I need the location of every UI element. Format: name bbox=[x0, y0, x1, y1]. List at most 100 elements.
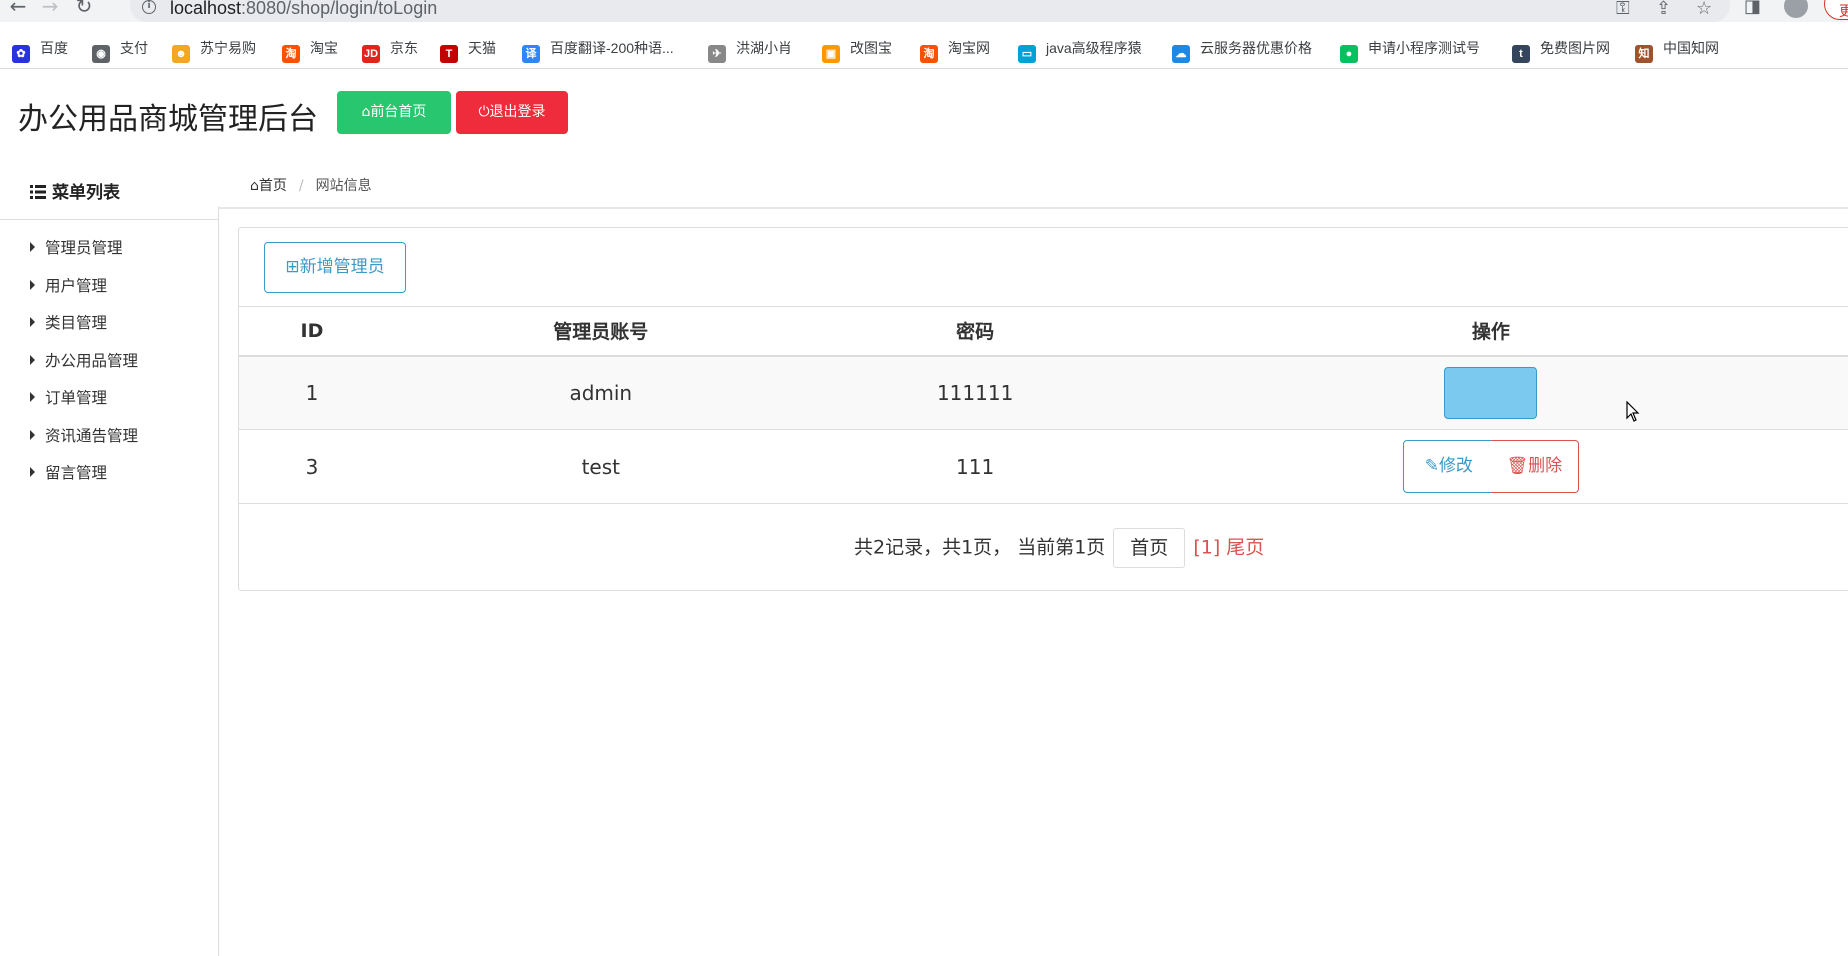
table-header-row: ID 管理员账号 密码 操作 bbox=[239, 306, 1848, 357]
sidebar-item-messages[interactable]: 留言管理 bbox=[30, 461, 138, 499]
sidebar-item-users[interactable]: 用户管理 bbox=[30, 274, 138, 312]
breadcrumb-home[interactable]: ⌂首页 bbox=[250, 178, 287, 194]
bookmark-label: 免费图片网 bbox=[1540, 40, 1610, 56]
cell-password: 111 bbox=[816, 429, 1134, 504]
address-bar[interactable]: i localhost:8080/shop/login/toLogin bbox=[130, 0, 1730, 22]
bookmark-item[interactable]: ✿ 百度 bbox=[12, 38, 68, 63]
url-text: localhost:8080/shop/login/toLogin bbox=[170, 0, 438, 18]
logout-label: 退出登录 bbox=[489, 104, 546, 120]
plus-square-icon: ⊞ bbox=[285, 257, 300, 277]
translate-icon: 译 bbox=[522, 45, 540, 63]
divider bbox=[0, 219, 218, 220]
bookmark-item[interactable]: ☁ 云服务器优惠价格 bbox=[1172, 38, 1312, 63]
bookmark-item[interactable]: ▭ java高级程序猿 bbox=[1018, 38, 1142, 63]
caret-right-icon bbox=[30, 279, 35, 290]
page-title: 办公用品商城管理后台 bbox=[18, 102, 318, 137]
share-icon[interactable]: ⇪ bbox=[1656, 0, 1671, 19]
sidebar-item-news[interactable]: 资讯通告管理 bbox=[30, 424, 138, 462]
jd-icon: JD bbox=[362, 45, 380, 63]
bookmark-item[interactable]: T 天猫 bbox=[440, 38, 496, 63]
bookmark-label: 淘宝 bbox=[310, 40, 338, 56]
sidebar-item-categories[interactable]: 类目管理 bbox=[30, 311, 138, 349]
forward-icon[interactable]: → bbox=[38, 0, 62, 18]
trash-icon: 🗑 bbox=[1506, 456, 1529, 476]
column-header-id: ID bbox=[239, 306, 385, 357]
first-page-button[interactable]: 首页 bbox=[1113, 528, 1186, 568]
profile-avatar-icon[interactable] bbox=[1784, 0, 1808, 18]
bookmark-label: 申请小程序测试号 bbox=[1368, 40, 1480, 56]
site-info-icon[interactable]: i bbox=[142, 0, 156, 14]
mouse-cursor-icon bbox=[1626, 401, 1640, 422]
sidebar-title: 菜单列表 bbox=[30, 178, 120, 203]
delete-button[interactable]: 🗑删除 bbox=[1490, 440, 1579, 493]
bookmark-item[interactable]: 淘淘宝 bbox=[282, 38, 338, 63]
bookmark-item[interactable]: 知中国知网 bbox=[1635, 38, 1719, 63]
frontend-home-button[interactable]: ⌂前台首页 bbox=[337, 91, 451, 134]
sidebar-item-orders[interactable]: 订单管理 bbox=[30, 386, 138, 424]
current-page-link[interactable]: [1] bbox=[1193, 537, 1220, 559]
bookmark-label: 苏宁易购 bbox=[200, 40, 256, 56]
divider bbox=[218, 207, 1848, 209]
bookmark-label: 百度 bbox=[40, 40, 68, 56]
power-icon: ⏻ bbox=[478, 104, 490, 120]
cnki-icon: 知 bbox=[1635, 45, 1653, 63]
bookmarks-bar: ✿ 百度 ◉ 支付 ☻ 苏宁易购淘淘宝 JD 京东 T 天猫译百度翻译-200种语... ✈ 洪湖小肖… bbox=[0, 32, 1848, 63]
sidebar-item-admin[interactable]: 管理员管理 bbox=[30, 236, 138, 274]
update-button[interactable]: 更 bbox=[1824, 0, 1848, 20]
back-icon[interactable]: ← bbox=[6, 0, 30, 18]
caret-right-icon bbox=[30, 354, 35, 365]
edit-button[interactable] bbox=[1444, 366, 1538, 419]
add-admin-button[interactable]: ⊞新增管理员 bbox=[264, 242, 406, 293]
sidebar-title-text: 菜单列表 bbox=[52, 183, 120, 203]
wechat-icon: ● bbox=[1340, 45, 1358, 63]
side-panel-icon[interactable]: ◨ bbox=[1744, 0, 1761, 17]
edit-icon: ✎ bbox=[1424, 456, 1439, 476]
divider bbox=[0, 68, 1848, 69]
sidebar-item-products[interactable]: 办公用品管理 bbox=[30, 349, 138, 387]
table-row: 3 test 111 ✎修改 🗑删除 bbox=[239, 429, 1848, 504]
key-icon[interactable]: ⚿ bbox=[1616, 0, 1630, 19]
bookmark-item[interactable]: ● 申请小程序测试号 bbox=[1340, 38, 1480, 63]
sidebar-item-label: 类目管理 bbox=[45, 314, 108, 332]
bookmark-label: 天猫 bbox=[468, 40, 496, 56]
tumblr-icon: t bbox=[1512, 45, 1530, 63]
caret-right-icon bbox=[30, 242, 35, 252]
bookmark-item[interactable]: ✈ 洪湖小肖 bbox=[708, 38, 792, 63]
bookmark-label: java高级程序猿 bbox=[1046, 40, 1142, 56]
bookmark-label: 京东 bbox=[390, 40, 418, 56]
bookmark-item[interactable]: ▣ 改图宝 bbox=[822, 38, 892, 63]
bookmark-item[interactable]: ◉ 支付 bbox=[92, 38, 148, 63]
breadcrumb-home-label: 首页 bbox=[258, 178, 287, 194]
logout-button[interactable]: ⏻退出登录 bbox=[456, 91, 568, 134]
bookmark-label: 支付 bbox=[120, 40, 148, 56]
edit-button[interactable]: ✎修改 bbox=[1402, 440, 1495, 493]
cell-id: 1 bbox=[239, 355, 385, 430]
cell-account: test bbox=[384, 429, 817, 504]
frontend-home-label: 前台首页 bbox=[370, 104, 427, 120]
last-page-link[interactable]: 尾页 bbox=[1226, 537, 1264, 559]
taobao-icon: 淘 bbox=[920, 45, 938, 63]
breadcrumb-separator: / bbox=[298, 178, 304, 194]
caret-right-icon bbox=[30, 467, 35, 477]
sidebar-item-label: 管理员管理 bbox=[45, 239, 123, 257]
browser-toolbar: ← → ↻ i localhost:8080/shop/login/toLogi… bbox=[0, 0, 1848, 22]
bookmark-item[interactable]: 淘淘宝网 bbox=[920, 38, 990, 63]
star-icon[interactable]: ☆ bbox=[1696, 0, 1712, 19]
home-icon: ⌂ bbox=[250, 178, 259, 194]
reload-icon[interactable]: ↻ bbox=[72, 0, 96, 18]
tmall-icon: T bbox=[440, 45, 458, 63]
bookmark-item[interactable]: ☻ 苏宁易购 bbox=[172, 38, 256, 63]
bookmark-item[interactable]: JD 京东 bbox=[362, 38, 418, 63]
column-header-password: 密码 bbox=[816, 306, 1134, 357]
divider bbox=[218, 206, 219, 956]
delete-label: 删除 bbox=[1528, 456, 1563, 476]
bookmark-label: 改图宝 bbox=[850, 40, 892, 56]
pagination-summary: 共2记录，共1页， 当前第1页 bbox=[854, 536, 1106, 559]
bookmark-item[interactable]: 译百度翻译-200种语... bbox=[522, 38, 674, 63]
add-admin-label: 新增管理员 bbox=[299, 257, 385, 277]
bookmark-item[interactable]: t 免费图片网 bbox=[1512, 38, 1610, 63]
bookmark-label: 中国知网 bbox=[1663, 40, 1719, 56]
cell-actions bbox=[1133, 355, 1848, 430]
edit-label: 修改 bbox=[1438, 456, 1473, 476]
suning-lion-icon: ☻ bbox=[172, 45, 190, 63]
